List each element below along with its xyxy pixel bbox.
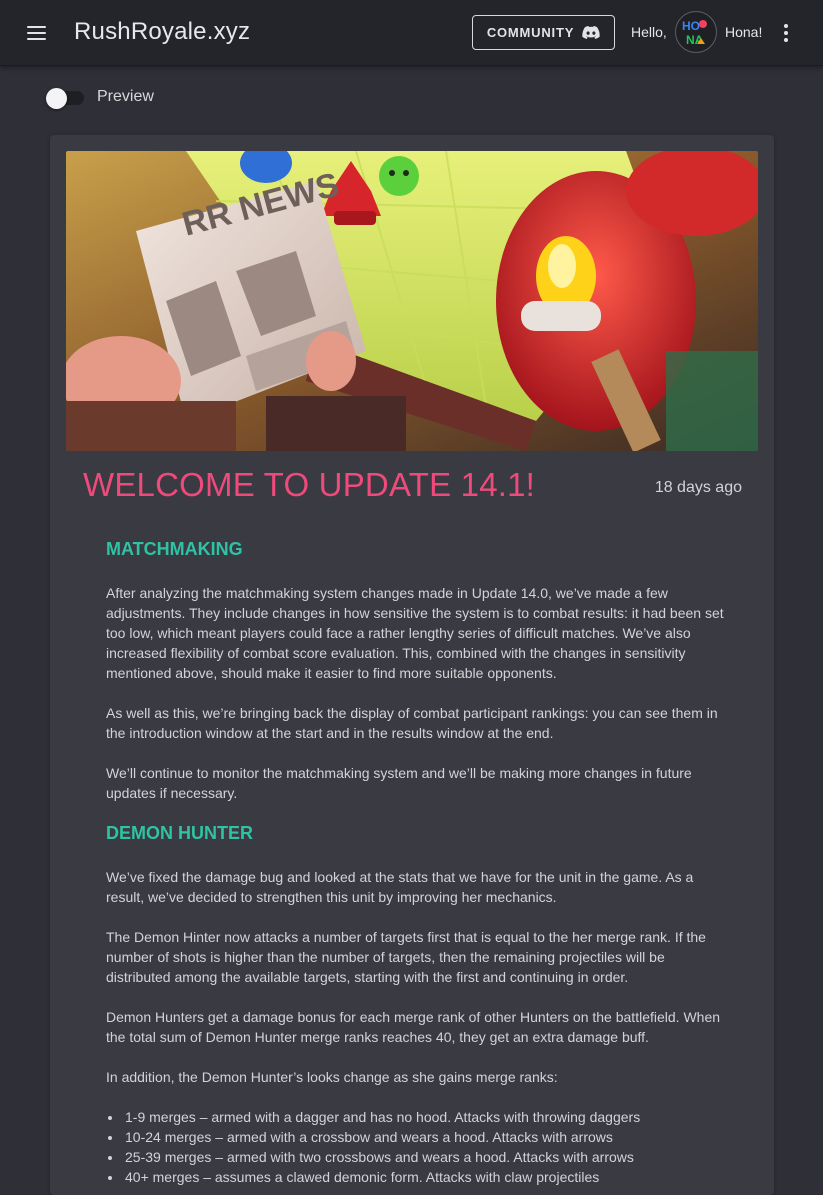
paragraph: The Demon Hinter now attacks a number of… — [106, 929, 706, 985]
community-button[interactable]: COMMUNITY — [472, 15, 615, 50]
more-vert-icon[interactable] — [782, 23, 790, 43]
paragraph: After analyzing the matchmaking system c… — [106, 585, 724, 681]
paragraph: In addition, the Demon Hunter’s looks ch… — [106, 1069, 558, 1085]
post-date: 18 days ago — [654, 479, 742, 496]
post-title: WELCOME TO UPDATE 14.1! — [83, 466, 536, 503]
hamburger-menu-icon[interactable] — [27, 24, 47, 40]
post-body: MATCHMAKING After analyzing the matchmak… — [106, 539, 726, 1187]
paragraph: We’ve fixed the damage bug and looked at… — [106, 869, 694, 905]
avatar-logo: HO NA — [682, 19, 707, 47]
list-item: 10-24 merges – armed with a crossbow and… — [106, 1127, 726, 1147]
site-title[interactable]: RushRoyale.xyz — [74, 18, 250, 46]
preview-toggle-knob[interactable] — [46, 87, 67, 109]
news-post-card: RR NEWS WELCOME TO UPDATE 14.1! 18 days … — [50, 135, 774, 1195]
preview-toggle[interactable]: Preview — [46, 87, 154, 109]
paragraph: As well as this, we’re bringing back the… — [106, 705, 718, 741]
rr-news-illustration: RR NEWS — [66, 151, 758, 451]
list-item: 40+ merges – assumes a clawed demonic fo… — [106, 1167, 726, 1187]
avatar-logo-top: HO — [682, 19, 700, 33]
section-heading-matchmaking: MATCHMAKING — [106, 539, 243, 559]
community-button-label: COMMUNITY — [486, 25, 575, 40]
username: Hona! — [725, 24, 763, 40]
preview-toggle-label: Preview — [97, 88, 154, 105]
discord-icon — [582, 26, 600, 39]
greeting-text: Hello, — [631, 24, 667, 40]
preview-toggle-track[interactable] — [46, 87, 84, 109]
paragraph: We’ll continue to monitor the matchmakin… — [106, 765, 692, 801]
paragraph: Demon Hunters get a damage bonus for eac… — [106, 1009, 721, 1045]
merge-rank-list: 1-9 merges – armed with a dagger and has… — [106, 1107, 726, 1187]
list-item: 1-9 merges – armed with a dagger and has… — [106, 1107, 726, 1127]
list-item: 25-39 merges – armed with two crossbows … — [106, 1147, 726, 1167]
section-heading-demon-hunter: DEMON HUNTER — [106, 823, 253, 843]
avatar[interactable]: HO NA — [675, 11, 717, 53]
top-app-bar: RushRoyale.xyz COMMUNITY Hello, HO NA Ho… — [0, 0, 823, 66]
post-banner-image: RR NEWS — [66, 151, 758, 451]
